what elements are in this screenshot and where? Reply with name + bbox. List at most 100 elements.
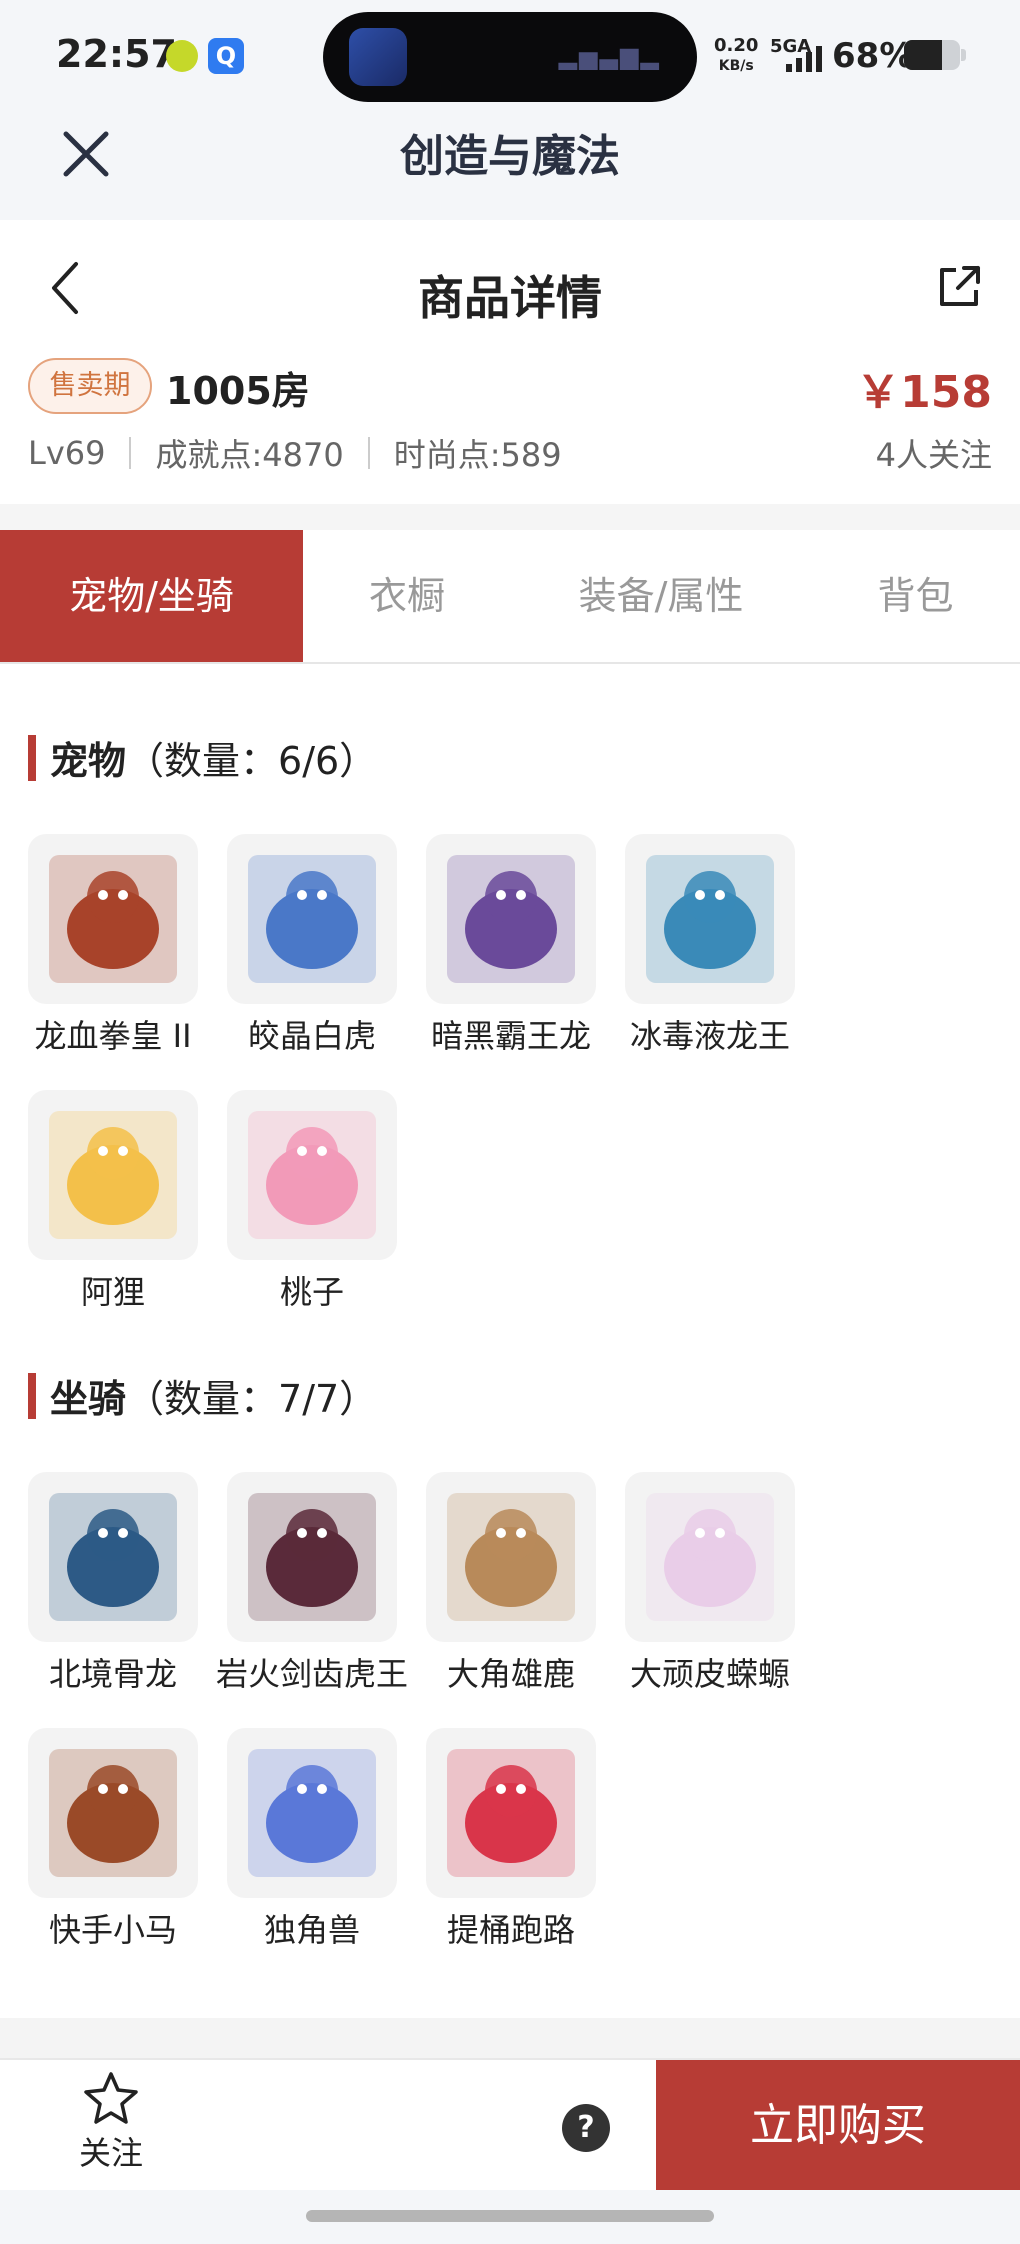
pets-image <box>646 855 774 983</box>
pets-item[interactable]: 龙血拳皇 II <box>28 834 198 1060</box>
pets-name: 暗黑霸王龙 <box>430 1017 591 1055</box>
product-detail-page: 商品详情 售卖期 1005房 ￥158 Lv69 成就点:4870 时尚点:58… <box>0 220 1020 2018</box>
pets-thumbnail <box>227 834 397 1004</box>
status-badge: 售卖期 <box>28 358 152 414</box>
dynamic-island[interactable]: ▂▅▃▆▂ <box>323 12 697 102</box>
mounts-name: 大顽皮蝾螈 <box>629 1655 790 1693</box>
pets-item[interactable]: 皎晶白虎 <box>227 834 397 1060</box>
pets-image <box>49 1111 177 1239</box>
battery-percent: 68% <box>832 36 914 76</box>
pets-section-title: 宠物 （数量：6/6） <box>28 730 377 785</box>
level: Lv69 <box>28 434 106 472</box>
signal-icon <box>786 44 822 72</box>
tab-pets-mounts[interactable]: 宠物/坐骑 <box>0 530 303 662</box>
home-indicator[interactable] <box>306 2210 714 2222</box>
mounts-item[interactable]: 北境骨龙 <box>28 1472 198 1698</box>
mounts-thumbnail <box>28 1472 198 1642</box>
pets-name: 冰毒液龙王 <box>629 1017 790 1055</box>
blue-q-app-icon: Q <box>208 38 244 74</box>
net-speed: 0.20 KB/s <box>714 35 759 75</box>
mounts-image <box>49 1749 177 1877</box>
mounts-name: 岩火剑齿虎王 <box>215 1655 408 1693</box>
pets-item[interactable]: 冰毒液龙王 <box>625 834 795 1060</box>
detail-nav-bar: 商品详情 <box>0 220 1020 350</box>
battery-tip <box>961 49 966 61</box>
pets-thumbnail <box>227 1090 397 1260</box>
tab-equipment[interactable]: 装备/属性 <box>511 530 811 662</box>
mounts-image <box>248 1749 376 1877</box>
price: ￥158 <box>856 367 992 418</box>
pets-thumbnail <box>28 834 198 1004</box>
mounts-item[interactable]: 提桶跑路 <box>426 1728 596 1954</box>
mounts-image <box>49 1493 177 1621</box>
achievement-points: 成就点:4870 <box>155 436 344 474</box>
audio-wave-icon: ▂▅▃▆▂ <box>558 42 661 70</box>
bottom-action-bar: 关注 ? 立即购买 <box>0 2058 1020 2192</box>
accent-bar <box>28 734 36 781</box>
pets-image <box>447 855 575 983</box>
status-time: 22:57 <box>56 32 177 76</box>
pets-item[interactable]: 暗黑霸王龙 <box>426 834 596 1060</box>
battery-icon <box>904 40 960 70</box>
fashion-points: 时尚点:589 <box>393 436 562 474</box>
mounts-name: 独角兽 <box>263 1911 360 1949</box>
tab-backpack[interactable]: 背包 <box>811 530 1020 662</box>
follow-button[interactable]: 关注 <box>56 2070 166 2174</box>
follow-label: 关注 <box>78 2134 143 2172</box>
mounts-item[interactable]: 快手小马 <box>28 1728 198 1954</box>
mounts-thumbnail <box>426 1728 596 1898</box>
mounts-thumbnail <box>227 1472 397 1642</box>
mounts-name: 大角雄鹿 <box>446 1655 575 1693</box>
pets-thumbnail <box>426 834 596 1004</box>
mounts-item[interactable]: 大角雄鹿 <box>426 1472 596 1698</box>
mounts-section-title: 坐骑 （数量：7/7） <box>28 1368 377 1423</box>
share-icon <box>940 266 980 306</box>
mounts-thumbnail <box>227 1728 397 1898</box>
mounts-thumbnail <box>625 1472 795 1642</box>
mounts-grid: 北境骨龙 岩火剑齿虎王 大角雄鹿 大顽皮蝾螈快手小马 独角兽 提桶跑路 <box>28 1472 992 1954</box>
pets-item[interactable]: 阿狸 <box>28 1090 198 1316</box>
pets-thumbnail <box>625 834 795 1004</box>
question-icon[interactable]: ? <box>562 2104 610 2152</box>
pets-name: 龙血拳皇 II <box>34 1017 192 1055</box>
app-title-bar: 创造与魔法 <box>0 110 1020 220</box>
green-app-icon <box>166 40 198 72</box>
pets-name: 皎晶白虎 <box>247 1017 376 1055</box>
divider <box>129 437 132 469</box>
mounts-name: 北境骨龙 <box>48 1655 177 1693</box>
mounts-name: 提桶跑路 <box>446 1911 575 1949</box>
accent-bar <box>28 1372 36 1419</box>
account-stats: Lv69 成就点:4870 时尚点:589 <box>28 430 562 476</box>
buy-now-button[interactable]: 立即购买 <box>656 2060 1020 2192</box>
mounts-name: 快手小马 <box>48 1911 177 1949</box>
content-footer <box>0 2018 1020 2058</box>
mounts-item[interactable]: 大顽皮蝾螈 <box>625 1472 795 1698</box>
divider <box>367 437 370 469</box>
pets-name: 桃子 <box>279 1273 344 1311</box>
pets-name: 阿狸 <box>80 1273 145 1311</box>
star-icon <box>84 2072 138 2124</box>
pets-image <box>248 855 376 983</box>
mounts-image <box>646 1493 774 1621</box>
pets-image <box>248 1111 376 1239</box>
pets-thumbnail <box>28 1090 198 1260</box>
pets-image <box>49 855 177 983</box>
follower-count: 4人关注 <box>875 436 992 474</box>
app-title: 创造与魔法 <box>400 131 620 182</box>
status-bar: 22:57 Q ▂▅▃▆▂ 0.20 KB/s 5GA 68% <box>0 0 1020 110</box>
mounts-thumbnail <box>426 1472 596 1642</box>
section-divider <box>0 504 1020 530</box>
tab-wardrobe[interactable]: 衣橱 <box>303 530 511 662</box>
share-button[interactable] <box>936 264 982 310</box>
game-app-icon <box>349 28 407 86</box>
pets-item[interactable]: 桃子 <box>227 1090 397 1316</box>
page-title: 商品详情 <box>418 271 602 325</box>
mounts-image <box>447 1749 575 1877</box>
mounts-image <box>447 1493 575 1621</box>
mounts-item[interactable]: 独角兽 <box>227 1728 397 1954</box>
tab-bar: 宠物/坐骑 衣橱 装备/属性 背包 <box>0 530 1020 664</box>
mounts-thumbnail <box>28 1728 198 1898</box>
mounts-item[interactable]: 岩火剑齿虎王 <box>216 1472 408 1698</box>
room-name: 1005房 <box>166 369 310 413</box>
mounts-image <box>248 1493 376 1621</box>
